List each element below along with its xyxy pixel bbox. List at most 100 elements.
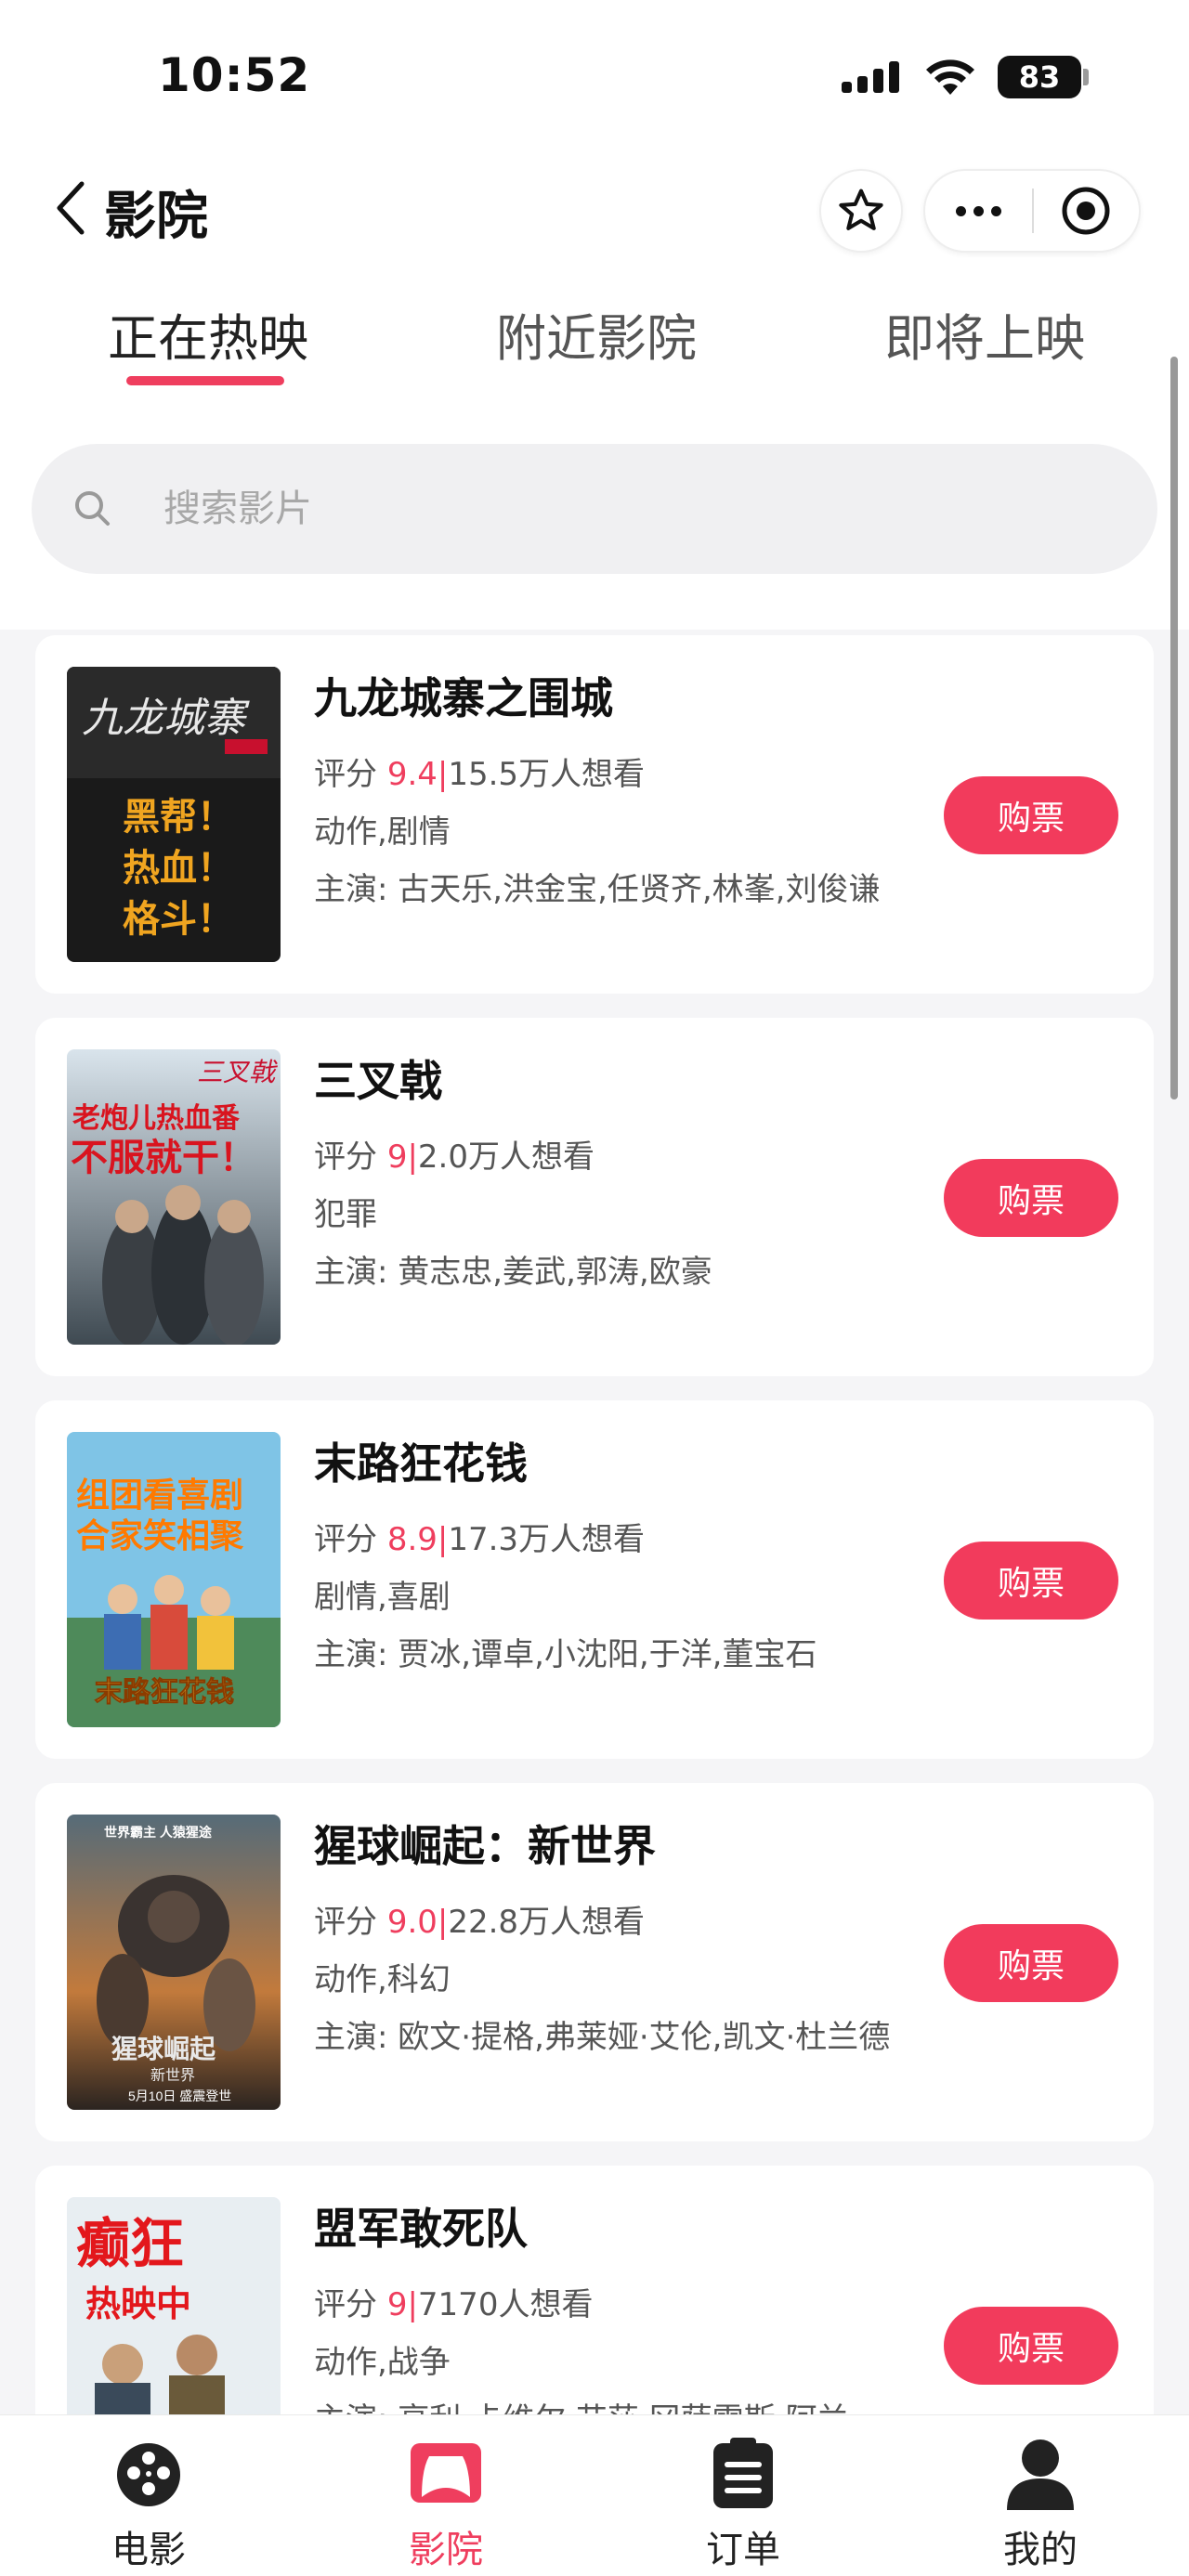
movie-genre: 犯罪 [314, 1196, 377, 1233]
battery-icon: 83 [998, 56, 1081, 98]
movie-poster: 世界霸主 人猿猩途 猩球崛起 新世界 5月10日 盛震登世 [67, 1815, 281, 2110]
more-button[interactable] [925, 171, 1032, 251]
poster-text: 世界霸主 人猿猩途 [104, 1825, 213, 1840]
want-count: 22.8万人想看 [448, 1904, 646, 1941]
buy-ticket-button[interactable]: 购票 [944, 1924, 1118, 2002]
tab-nearby-cinemas[interactable]: 附近影院 [496, 297, 697, 390]
tab-label: 影院 [409, 2529, 483, 2571]
star-icon [839, 189, 883, 230]
rating-divider: | [437, 1904, 449, 1941]
movie-genre: 动作,剧情 [314, 813, 451, 851]
signal-icon [842, 59, 903, 93]
search-icon [75, 491, 110, 526]
movie-card[interactable]: 三叉戟 老炮儿热血番 不服就干！ 三叉戟 评分 9|2.0万人想看 犯罪 主演:… [35, 1018, 1154, 1376]
buy-ticket-button[interactable]: 购票 [944, 1159, 1118, 1237]
movie-cast: 主演: 贾冰,谭卓,小沈阳,于洋,董宝石 [314, 1636, 817, 1673]
buy-ticket-button[interactable]: 购票 [944, 1542, 1118, 1620]
mini-program-capsule [923, 169, 1141, 253]
movie-cast: 主演: 欧文·提格,弗莱娅·艾伦,凯文·杜兰德 [314, 2019, 891, 2056]
more-dot-icon [991, 205, 1001, 216]
movie-rating: 评分 9|7170人想看 [314, 2279, 593, 2324]
tab-label: 我的 [1003, 2529, 1078, 2571]
film-reel-icon [117, 2443, 180, 2506]
tab-movies[interactable]: 电影 [56, 2415, 242, 2576]
movie-cast: 主演: 亨利·卡维尔,艾莎·冈萨雷斯,阿兰 [314, 2394, 908, 2414]
movie-rating: 评分 9|2.0万人想看 [314, 1131, 594, 1177]
search-input[interactable] [163, 488, 1000, 530]
scrollbar[interactable] [1170, 357, 1178, 1099]
poster-text: 不服就干！ [71, 1138, 256, 1178]
poster-text: 末路狂花钱 [95, 1677, 234, 1708]
poster-text: 热血！ [123, 848, 234, 889]
tab-cinemas[interactable]: 影院 [353, 2415, 539, 2576]
wifi-icon [926, 59, 974, 95]
movie-poster: 癫狂 热映中 [67, 2197, 281, 2414]
poster-text: 黑帮！ [123, 797, 234, 838]
favorite-button[interactable] [819, 169, 903, 253]
poster-text: 三叉戟 [197, 1059, 278, 1087]
clipboard-icon [713, 2438, 773, 2508]
status-bar: 10:52 83 [0, 0, 1189, 158]
movie-list: 九龙城寨 黑帮！ 热血！ 格斗！ 九龙城寨之围城 评分 9.4|15.5万人想看… [0, 630, 1189, 2414]
movie-card[interactable]: 世界霸主 人猿猩途 猩球崛起 新世界 5月10日 盛震登世 猩球崛起：新世界 评… [35, 1783, 1154, 2141]
chevron-left-icon [57, 181, 85, 235]
tab-orders[interactable]: 订单 [650, 2415, 836, 2576]
rating-score: 9.4 [386, 756, 438, 793]
rating-label: 评分 [314, 756, 377, 793]
more-dot-icon [973, 205, 984, 216]
poster-text: 癫狂 [76, 2214, 184, 2274]
rating-divider: | [407, 2286, 418, 2323]
tab-label: 电影 [111, 2529, 186, 2571]
rating-score: 9 [386, 2286, 408, 2323]
poster-text: 合家笑相聚 [76, 1516, 244, 1555]
buy-ticket-button[interactable]: 购票 [944, 2307, 1118, 2385]
movie-poster: 九龙城寨 黑帮！ 热血！ 格斗！ [67, 667, 281, 962]
tab-profile[interactable]: 我的 [947, 2415, 1133, 2576]
movie-card[interactable]: 九龙城寨 黑帮！ 热血！ 格斗！ 九龙城寨之围城 评分 9.4|15.5万人想看… [35, 635, 1154, 994]
poster-text: 老炮儿热血番 [72, 1103, 241, 1134]
movie-card[interactable]: 癫狂 热映中 盟军敢死队 评分 9|7170人想看 动作,战争 主演: 亨利·卡… [35, 2166, 1154, 2414]
more-dot-icon [956, 205, 966, 216]
active-tab-indicator [126, 376, 284, 385]
movie-genre: 动作,科幻 [314, 1961, 451, 1998]
movie-rating: 评分 9.0|22.8万人想看 [314, 1896, 645, 1942]
rating-divider: | [407, 1138, 418, 1176]
movie-title: 猩球崛起：新世界 [314, 1821, 656, 1871]
movie-poster: 三叉戟 老炮儿热血番 不服就干！ [67, 1049, 281, 1345]
page-title: 影院 [104, 187, 208, 247]
tab-label: 订单 [706, 2529, 780, 2571]
rating-divider: | [437, 1521, 449, 1558]
want-count: 15.5万人想看 [448, 756, 646, 793]
poster-text: 格斗！ [123, 899, 234, 940]
cinema-screen-icon [411, 2443, 481, 2503]
target-icon [1062, 187, 1110, 235]
movie-card[interactable]: 组团看喜剧 合家笑相聚 末路狂花钱 末路狂花钱 评分 8.9|17.3万人想看 … [35, 1400, 1154, 1759]
poster-text: 新世界 [150, 2067, 195, 2084]
movie-title: 末路狂花钱 [314, 1438, 528, 1489]
movie-title: 九龙城寨之围城 [314, 673, 613, 723]
poster-text: 组团看喜剧 [76, 1476, 243, 1514]
movie-rating: 评分 8.9|17.3万人想看 [314, 1514, 645, 1559]
want-count: 17.3万人想看 [448, 1521, 646, 1558]
person-icon [1007, 2439, 1074, 2510]
search-bar[interactable] [32, 444, 1157, 574]
rating-label: 评分 [314, 1904, 377, 1941]
rating-score: 9.0 [386, 1904, 438, 1941]
poster-text: 猩球崛起 [111, 2035, 216, 2063]
battery-tip [1083, 69, 1089, 85]
movie-cast: 主演: 古天乐,洪金宝,任贤齐,林峯,刘俊谦 [314, 871, 881, 908]
back-button[interactable] [54, 176, 91, 240]
want-count: 2.0万人想看 [417, 1138, 594, 1176]
poster-text: 5月10日 盛震登世 [128, 2088, 231, 2103]
poster-text: 热映中 [85, 2285, 191, 2324]
close-mini-program-button[interactable] [1034, 171, 1139, 251]
movie-cast: 主演: 黄志忠,姜武,郭涛,欧豪 [314, 1254, 712, 1291]
status-time: 10:52 [158, 48, 311, 102]
rating-score: 8.9 [386, 1521, 438, 1558]
movie-genre: 动作,战争 [314, 2344, 451, 2381]
buy-ticket-button[interactable]: 购票 [944, 776, 1118, 854]
tab-coming-soon[interactable]: 即将上映 [884, 297, 1085, 390]
poster-text: 九龙城寨 [82, 696, 250, 741]
movie-genre: 剧情,喜剧 [314, 1579, 451, 1616]
rating-divider: | [437, 756, 449, 793]
